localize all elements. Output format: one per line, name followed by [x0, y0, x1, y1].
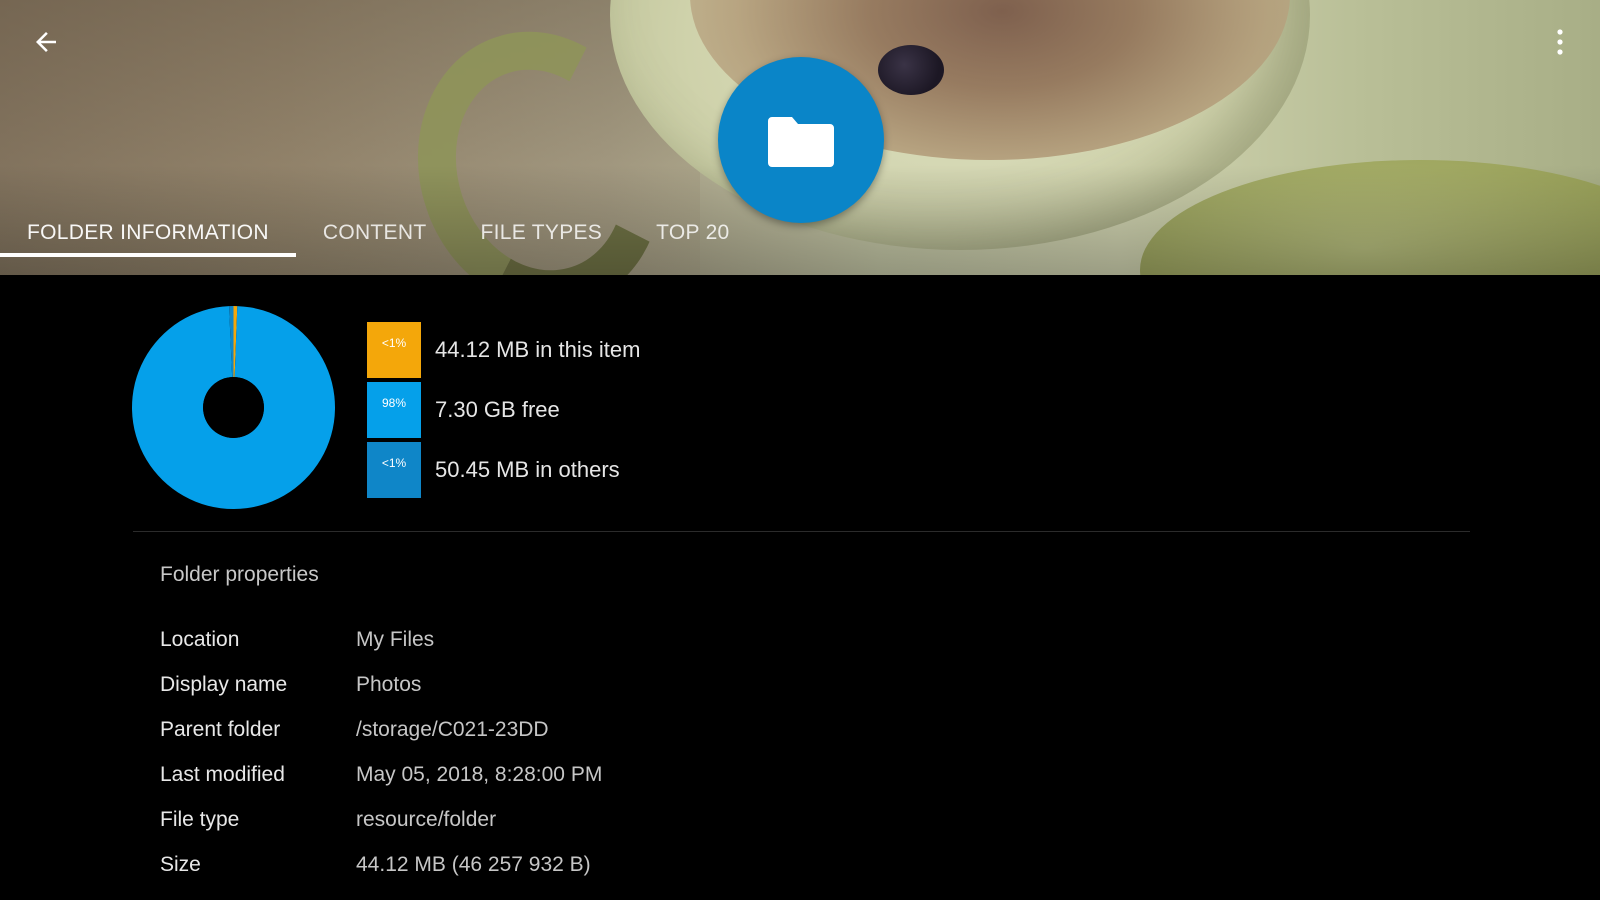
tab-bar: FOLDER INFORMATION CONTENT FILE TYPES TO… — [0, 205, 757, 260]
more-vertical-icon — [1557, 29, 1563, 55]
swatch-this-item: <1% — [367, 322, 421, 378]
active-tab-indicator — [0, 253, 296, 257]
more-options-button[interactable] — [1540, 18, 1580, 66]
property-value: May 05, 2018, 8:28:00 PM — [356, 762, 603, 786]
tab-top-20[interactable]: TOP 20 — [629, 205, 756, 260]
legend-item-free: 98% 7.30 GB free — [367, 380, 640, 440]
property-row: Size 44.12 MB (46 257 932 B) — [160, 842, 602, 887]
property-row: File type resource/folder — [160, 797, 602, 842]
tab-content[interactable]: CONTENT — [296, 205, 454, 260]
property-row: Display name Photos — [160, 662, 602, 707]
legend-item-others: <1% 50.45 MB in others — [367, 440, 640, 500]
property-value: resource/folder — [356, 807, 497, 831]
back-button[interactable] — [22, 18, 70, 66]
legend-label-this-item: 44.12 MB in this item — [435, 337, 641, 362]
property-row: Last modified May 05, 2018, 8:28:00 PM — [160, 752, 602, 797]
property-value: Photos — [356, 672, 422, 696]
folder-avatar — [718, 57, 884, 223]
legend-label-free: 7.30 GB free — [435, 397, 560, 422]
property-key: Parent folder — [160, 717, 281, 741]
legend-item-this-item: <1% 44.12 MB in this item — [367, 320, 640, 380]
property-key: File type — [160, 807, 240, 831]
section-divider — [133, 531, 1470, 532]
header-banner: FOLDER INFORMATION CONTENT FILE TYPES TO… — [0, 0, 1600, 275]
property-value: 44.12 MB (46 257 932 B) — [356, 852, 591, 876]
property-value: My Files — [356, 627, 435, 651]
donut-hole — [203, 377, 264, 438]
folder-icon — [768, 117, 834, 167]
tab-file-types[interactable]: FILE TYPES — [453, 205, 629, 260]
property-row: Parent folder /storage/C021-23DD — [160, 707, 602, 752]
tab-folder-information[interactable]: FOLDER INFORMATION — [0, 205, 296, 260]
property-key: Last modified — [160, 762, 285, 786]
storage-legend: <1% 44.12 MB in this item 98% 7.30 GB fr… — [367, 320, 640, 500]
berry-graphic — [878, 45, 944, 95]
property-row: Location My Files — [160, 617, 602, 662]
storage-donut-chart — [132, 306, 335, 509]
properties-title: Folder properties — [160, 563, 319, 586]
property-key: Size — [160, 852, 201, 876]
swatch-free: 98% — [367, 382, 421, 438]
properties-list: Location My Files Display name Photos Pa… — [160, 617, 602, 887]
property-key: Location — [160, 627, 240, 651]
arrow-left-icon — [36, 32, 56, 52]
swatch-others: <1% — [367, 442, 421, 498]
property-key: Display name — [160, 672, 288, 696]
legend-label-others: 50.45 MB in others — [435, 457, 620, 482]
property-value: /storage/C021-23DD — [356, 717, 549, 741]
